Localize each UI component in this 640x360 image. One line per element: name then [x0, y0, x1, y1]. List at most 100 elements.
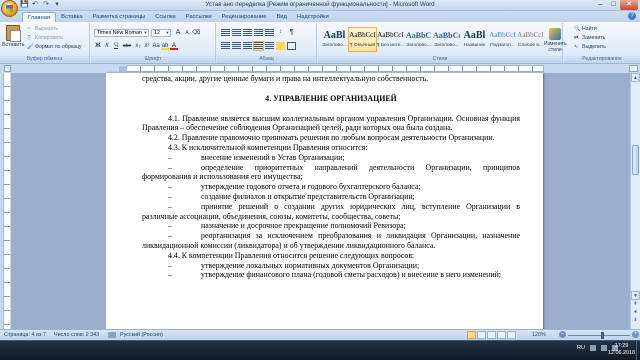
language-indicator[interactable]: Русский (Россия) [120, 332, 163, 338]
tab-6[interactable]: Вид [271, 12, 292, 22]
grow-font-button[interactable]: A [174, 29, 182, 37]
justify-icon[interactable] [253, 41, 264, 51]
proofing-icon[interactable] [108, 332, 116, 338]
list-item: – утверждение финансового плана (годовой … [142, 270, 520, 280]
network-icon[interactable] [601, 345, 607, 351]
numbering-icon[interactable] [232, 29, 241, 37]
help-icon[interactable]: ? [628, 12, 636, 20]
style-tile[interactable]: AaBbCcI ¶ Обычный [348, 27, 377, 52]
zoom-level[interactable]: 120% [532, 332, 546, 338]
font-size-combo[interactable]: 12 ▼ [151, 29, 171, 37]
minimize-button[interactable]: – [594, 0, 607, 10]
tab-0[interactable]: Главная [22, 12, 57, 22]
copy-button[interactable]: ⎘ Копировать [27, 35, 63, 41]
horizontal-ruler[interactable] [119, 65, 544, 72]
bullets-icon[interactable] [221, 29, 230, 37]
replace-button[interactable]: ⇄ Заменить [574, 35, 605, 41]
shrink-font-button[interactable]: A [183, 29, 191, 37]
superscript-button[interactable]: x² [143, 42, 151, 50]
style-tile[interactable]: AaBbCc Заголово... [432, 27, 461, 52]
zoom-in-icon[interactable]: + [632, 331, 639, 338]
show-desktop-button[interactable] [636, 341, 640, 360]
clock-date: 12.06.2018 [608, 350, 635, 356]
strikethrough-button[interactable]: abe [121, 42, 133, 50]
pilcrow-icon[interactable]: ¶ [287, 29, 296, 37]
language-indicator-tray[interactable]: RU [577, 345, 585, 351]
style-name: Подзагол... [490, 43, 515, 48]
tab-3[interactable]: Ссылки [150, 12, 180, 22]
zoom-out-icon[interactable]: – [559, 331, 566, 338]
scroll-up-icon[interactable]: ▲ [631, 73, 640, 82]
previous-page-icon[interactable]: ⇞ [631, 301, 640, 308]
draft-icon[interactable] [507, 331, 516, 339]
select-button[interactable]: ↖ Выделить [574, 44, 606, 50]
paragraph: 4.2. Правление правомочно принимать реше… [168, 133, 495, 143]
outline-icon[interactable] [497, 331, 506, 339]
sort-icon[interactable]: ↕ [276, 29, 285, 37]
tab-2[interactable]: Разметка страницы [88, 12, 151, 22]
zoom-slider-knob[interactable] [601, 332, 604, 339]
find-button[interactable]: 🔍 Найти [574, 26, 597, 32]
document-page[interactable]: средства, акции, другие ценные бумаги и … [106, 73, 543, 329]
list-dash: – [168, 152, 172, 162]
paste-button[interactable]: Вставить [2, 25, 24, 48]
tab-5[interactable]: Рецензирование [217, 12, 272, 22]
align-right-icon[interactable] [243, 42, 252, 50]
borders-icon[interactable] [287, 42, 296, 50]
font-color-button[interactable]: A [170, 42, 178, 50]
tab-4[interactable]: Рассылки [181, 12, 217, 22]
clipboard-group: Вставить ✂ Вырезать ⎘ Копировать 🖌 Форма… [0, 23, 90, 63]
bold-button[interactable]: Ж [94, 42, 102, 50]
multilevel-list-icon[interactable] [243, 29, 252, 37]
style-tile[interactable]: AaBbCcI ¶ Без инте... [376, 27, 405, 52]
close-button[interactable]: ✕ [620, 0, 638, 10]
italic-button[interactable]: К [103, 42, 111, 50]
cut-button[interactable]: ✂ Вырезать [27, 26, 58, 32]
list-dash: – [168, 221, 172, 231]
font-name-combo[interactable]: Times New Roman ▼ [94, 29, 149, 37]
increase-indent-icon[interactable] [265, 29, 274, 37]
style-tile[interactable]: AaBl Название [460, 27, 489, 52]
clear-format-button[interactable]: ⌫ [192, 29, 200, 37]
print-layout-icon[interactable] [467, 331, 476, 339]
tab-1[interactable]: Вставка [56, 12, 88, 22]
line-spacing-icon[interactable] [265, 42, 274, 50]
scroll-down-icon[interactable]: ▼ [631, 291, 640, 300]
tab-selector[interactable] [4, 65, 11, 72]
underline-button[interactable]: Ч [112, 42, 120, 50]
subscript-button[interactable]: x₂ [134, 42, 142, 50]
word-count[interactable]: Число слов: 2 343 [54, 332, 99, 338]
style-tile[interactable]: AaBbC Заголово... [404, 27, 433, 52]
shading-icon[interactable] [276, 42, 285, 50]
highlight-button[interactable]: ab [161, 42, 169, 50]
font-size-value: 12 [154, 30, 160, 36]
zoom-slider[interactable] [568, 332, 630, 339]
maximize-button[interactable]: □ [607, 0, 620, 10]
next-page-icon[interactable]: ⇟ [631, 317, 640, 324]
change-case-button[interactable]: Aa [152, 42, 160, 50]
style-tile[interactable]: AaBl Заголово... [320, 27, 349, 52]
web-layout-icon[interactable] [487, 331, 496, 339]
style-tile[interactable]: AaBbCcI Слабое в... [516, 27, 545, 52]
align-left-icon[interactable] [221, 42, 230, 50]
vertical-scrollbar[interactable]: ▲ ▼ ⇞ ● ⇟ [630, 73, 640, 329]
paragraph-group-label: Абзац [217, 56, 316, 63]
format-painter-button[interactable]: 🖌 Формат по образцу [27, 44, 82, 50]
paragraph: 4.4. К компетенции Правления относится р… [168, 250, 415, 260]
scroll-thumb[interactable] [632, 145, 639, 175]
full-screen-reading-icon[interactable] [477, 331, 486, 339]
align-center-icon[interactable] [232, 42, 241, 50]
document-body[interactable]: средства, акции, другие ценные бумаги и … [142, 74, 520, 280]
page-indicator[interactable]: Страница: 4 из 7 [4, 332, 46, 338]
flag-icon[interactable] [590, 345, 596, 351]
view-ruler-button[interactable] [629, 65, 638, 72]
clock[interactable]: 17:29 12.06.2018 [608, 343, 635, 357]
vertical-ruler[interactable] [0, 73, 11, 329]
tab-7[interactable]: Надстройки [292, 12, 334, 22]
office-button[interactable] [1, 0, 18, 17]
style-tile[interactable]: AaBbCcI Подзагол... [488, 27, 517, 52]
browse-object-icon[interactable]: ● [631, 309, 640, 316]
decrease-indent-icon[interactable] [254, 29, 263, 37]
style-preview: AaBbCcI [517, 31, 544, 39]
change-styles-button[interactable]: Изменить стили [544, 28, 567, 53]
